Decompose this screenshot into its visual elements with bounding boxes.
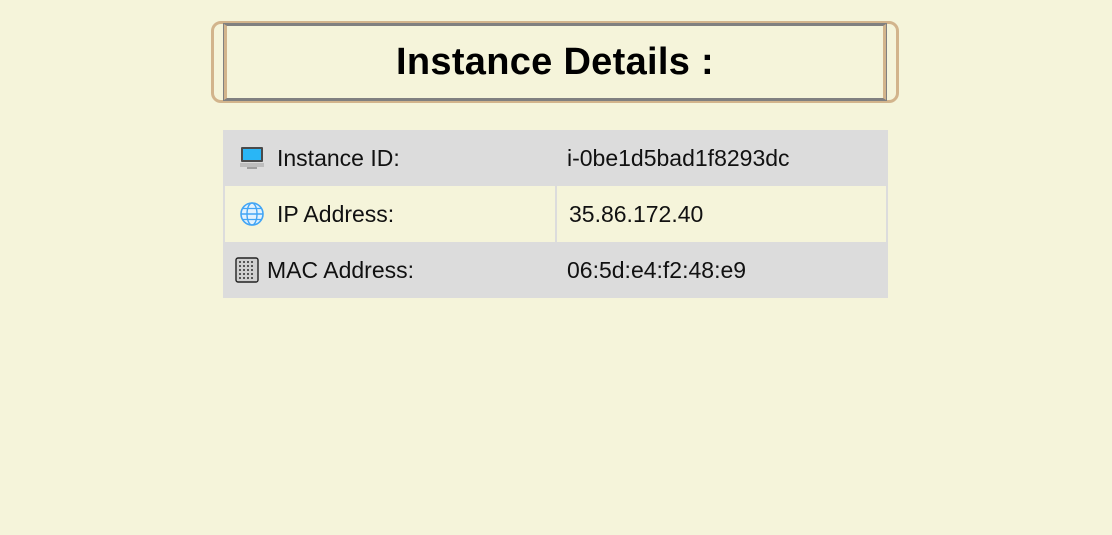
globe-icon xyxy=(239,201,265,227)
mac-address-value: 06:5d:e4:f2:48:e9 xyxy=(567,256,747,283)
table-row-ip-address: IP Address: 35.86.172.40 xyxy=(223,186,888,242)
instance-id-label: Instance ID: xyxy=(277,144,400,171)
table-row-mac-address: MAC Address: 06:5d:e4:f2:48:e9 xyxy=(223,242,888,298)
ip-address-label: IP Address: xyxy=(277,200,395,227)
table-row-instance-id: Instance ID: i-0be1d5bad1f8293dc xyxy=(223,130,888,186)
ip-address-value: 35.86.172.40 xyxy=(569,200,704,227)
computer-icon xyxy=(239,145,265,171)
instance-id-value: i-0be1d5bad1f8293dc xyxy=(567,144,790,171)
mac-address-label: MAC Address: xyxy=(267,256,414,283)
chip-icon xyxy=(235,257,259,283)
label-cell: Instance ID: xyxy=(223,130,555,186)
title-panel: Instance Details : xyxy=(211,21,899,103)
title-frame: Instance Details : xyxy=(223,23,887,101)
instance-details-table: Instance ID: i-0be1d5bad1f8293dc IP Addr… xyxy=(223,130,888,298)
label-cell: MAC Address: xyxy=(223,242,555,298)
label-cell: IP Address: xyxy=(225,186,557,242)
page-title: Instance Details : xyxy=(396,40,714,83)
